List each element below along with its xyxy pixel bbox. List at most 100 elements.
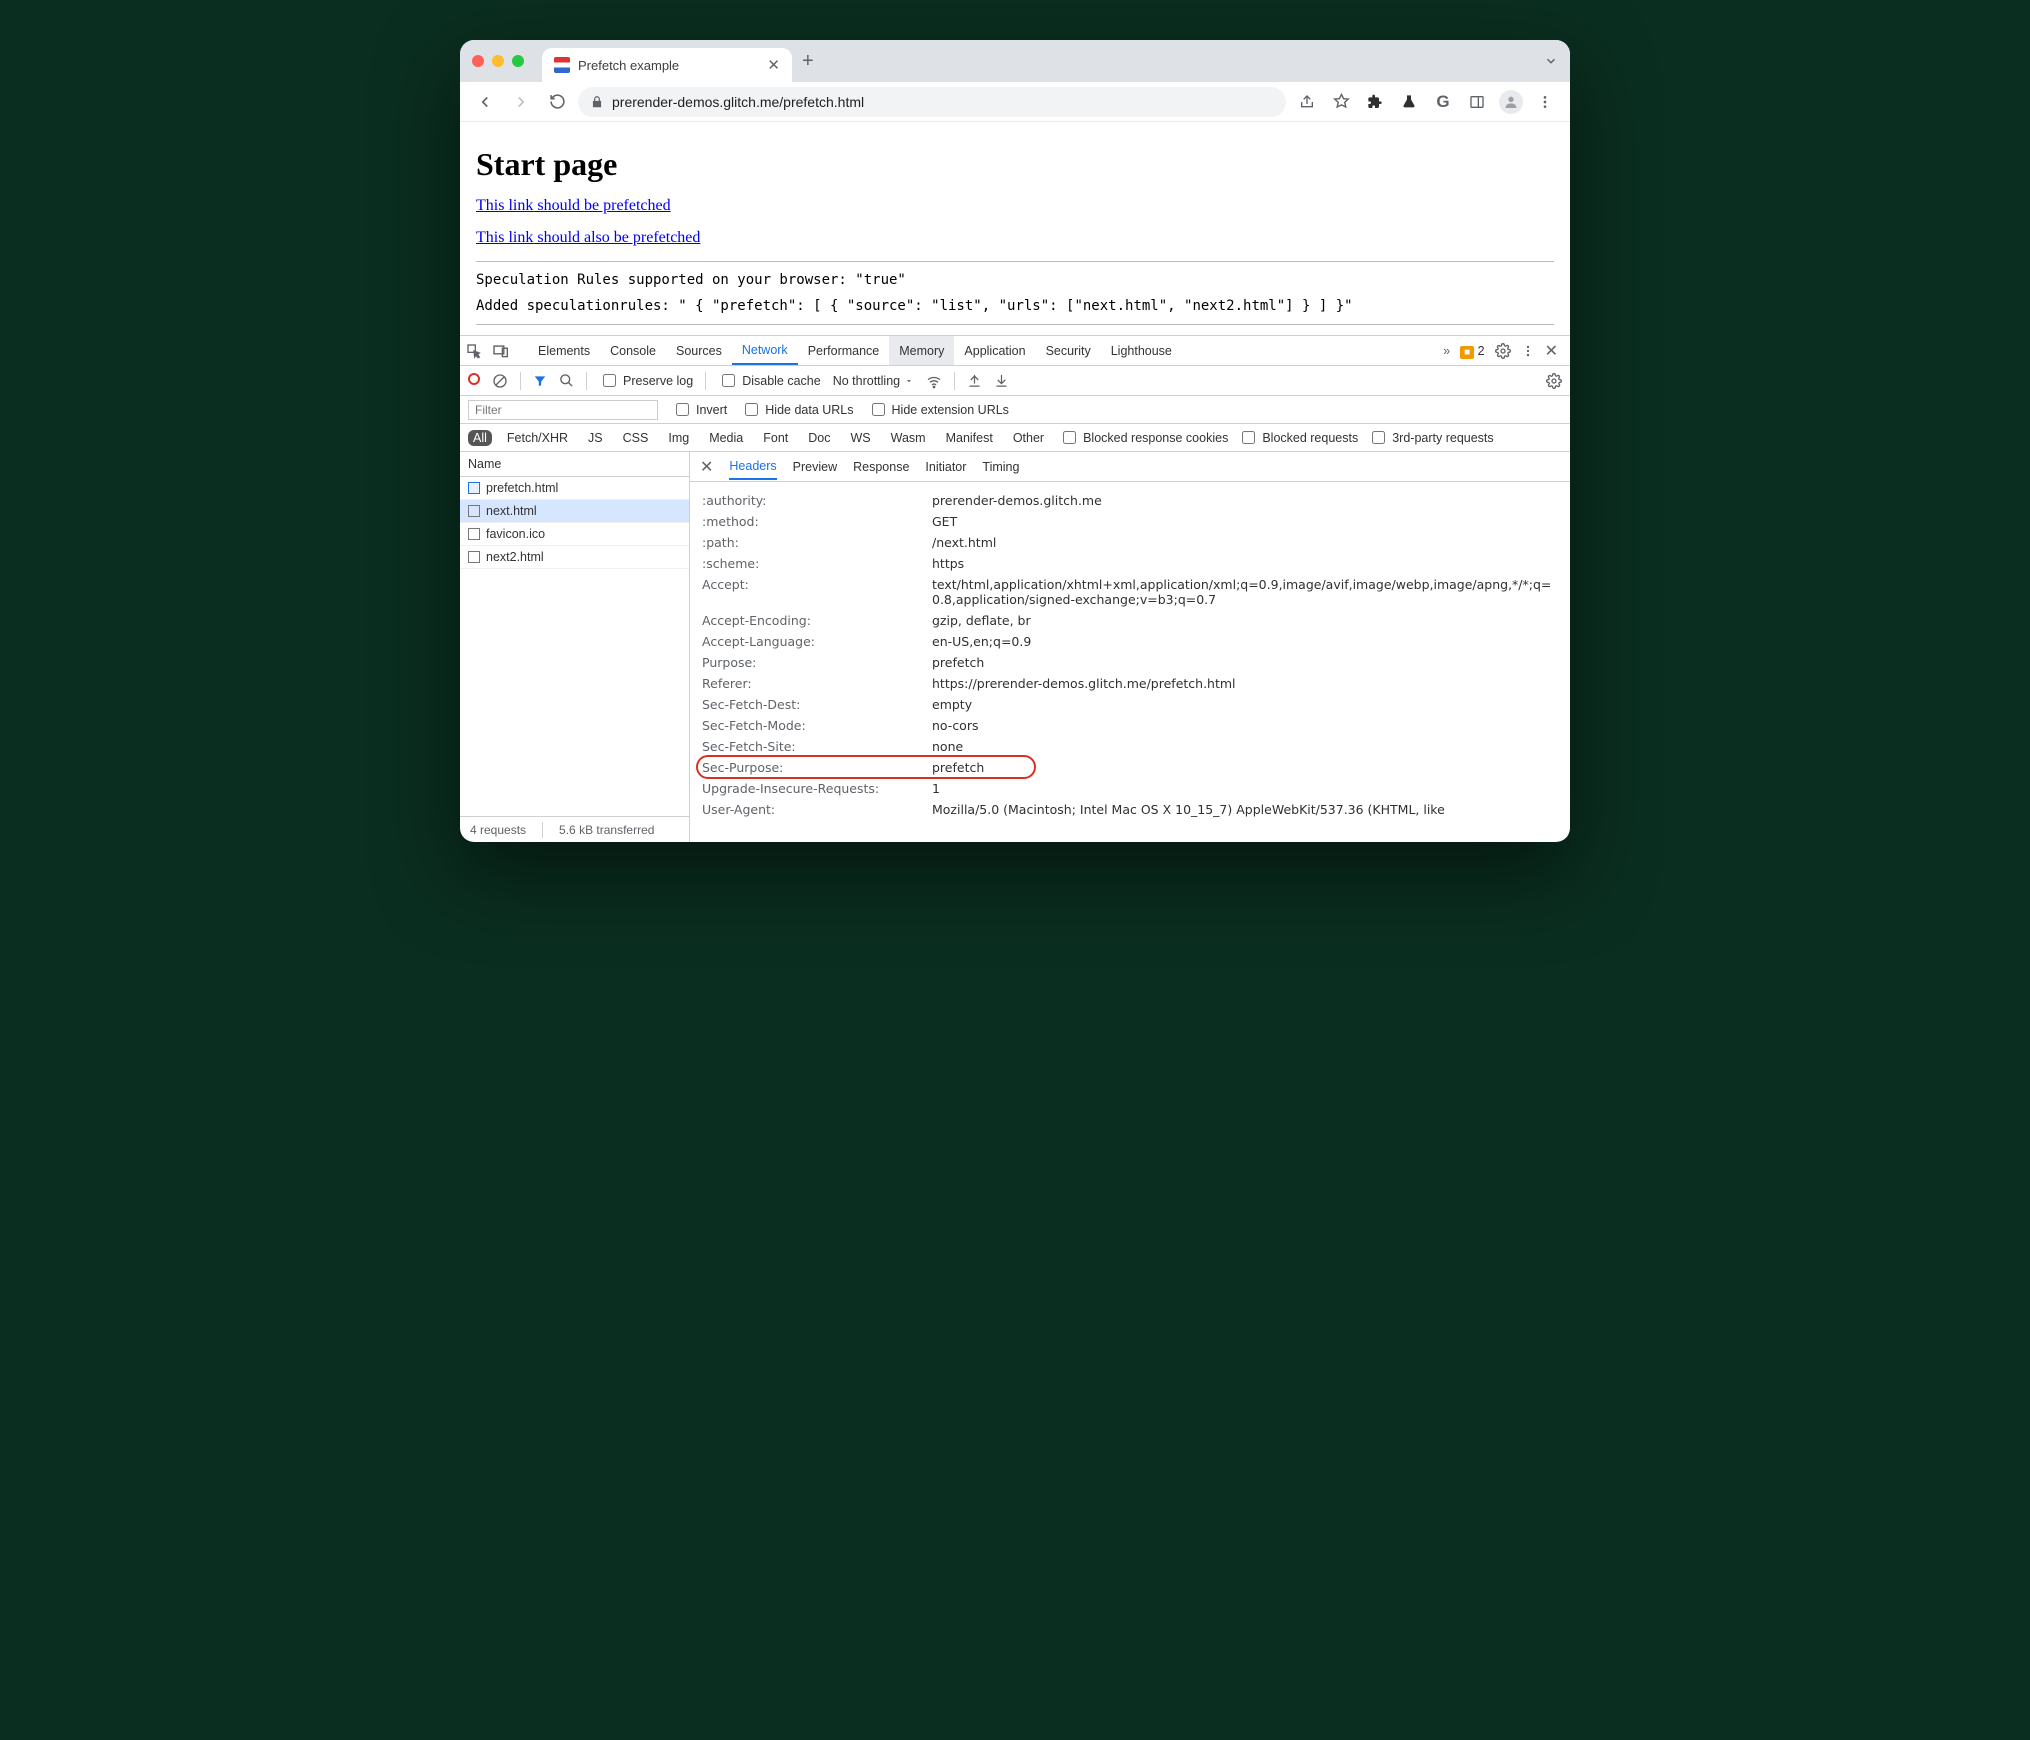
panel-tab-sources[interactable]: Sources: [666, 336, 732, 365]
bookmark-button[interactable]: [1326, 87, 1356, 117]
page-heading: Start page: [476, 146, 1554, 183]
close-tab-button[interactable]: ✕: [767, 56, 780, 74]
menu-button[interactable]: [1530, 87, 1560, 117]
headers-list[interactable]: :authority:prerender-demos.glitch.me:met…: [690, 482, 1570, 820]
header-key: Sec-Fetch-Site:: [702, 739, 932, 754]
prefetch-link-2[interactable]: This link should also be prefetched: [476, 229, 700, 246]
type-filter-js[interactable]: JS: [583, 430, 608, 446]
panel-tab-performance[interactable]: Performance: [798, 336, 890, 365]
header-key: Sec-Purpose:: [702, 760, 932, 775]
type-filter-img[interactable]: Img: [663, 430, 694, 446]
import-har-icon[interactable]: [967, 373, 982, 388]
header-value: en-US,en;q=0.9: [932, 634, 1558, 649]
type-filter-media[interactable]: Media: [704, 430, 748, 446]
filter-input[interactable]: [468, 400, 658, 420]
close-detail-button[interactable]: ✕: [700, 457, 713, 477]
header-row: Referer:https://prerender-demos.glitch.m…: [690, 673, 1570, 694]
panel-tab-console[interactable]: Console: [600, 336, 666, 365]
network-status-bar: 4 requests 5.6 kB transferred: [460, 816, 689, 842]
throttling-dropdown[interactable]: No throttling: [833, 374, 914, 388]
blocked-requests-checkbox[interactable]: Blocked requests: [1238, 428, 1358, 447]
network-toolbar: Preserve log Disable cache No throttling: [460, 366, 1570, 396]
extensions-button[interactable]: [1360, 87, 1390, 117]
header-value: empty: [932, 697, 1558, 712]
divider: [476, 261, 1554, 262]
google-apps-button[interactable]: G: [1428, 87, 1458, 117]
share-button[interactable]: [1292, 87, 1322, 117]
speculation-rules: Added speculationrules: " { "prefetch": …: [476, 298, 1554, 314]
blocked-cookies-checkbox[interactable]: Blocked response cookies: [1059, 428, 1228, 447]
close-window-button[interactable]: [472, 55, 484, 67]
side-panel-button[interactable]: [1462, 87, 1492, 117]
record-button[interactable]: [468, 373, 480, 388]
header-row: :path:/next.html: [690, 532, 1570, 553]
type-filter-doc[interactable]: Doc: [803, 430, 835, 446]
request-count: 4 requests: [470, 823, 526, 837]
settings-icon[interactable]: [1495, 343, 1511, 359]
browser-window: Prefetch example ✕ + prerender-demos.gli…: [460, 40, 1570, 842]
tab-title: Prefetch example: [578, 58, 679, 73]
file-icon: [468, 528, 480, 540]
address-bar[interactable]: prerender-demos.glitch.me/prefetch.html: [578, 87, 1286, 117]
export-har-icon[interactable]: [994, 373, 1009, 388]
avatar-icon: [1499, 90, 1523, 114]
network-settings-icon[interactable]: [1546, 373, 1562, 389]
type-filter-all[interactable]: All: [468, 430, 492, 446]
search-icon[interactable]: [559, 373, 574, 388]
reload-button[interactable]: [542, 87, 572, 117]
panel-tab-lighthouse[interactable]: Lighthouse: [1101, 336, 1182, 365]
invert-checkbox[interactable]: Invert: [672, 400, 727, 419]
url-text: prerender-demos.glitch.me/prefetch.html: [612, 94, 864, 110]
new-tab-button[interactable]: +: [802, 50, 814, 73]
browser-tab[interactable]: Prefetch example ✕: [542, 48, 792, 82]
request-row[interactable]: favicon.ico: [460, 523, 689, 546]
profile-button[interactable]: [1496, 87, 1526, 117]
maximize-window-button[interactable]: [512, 55, 524, 67]
clear-button[interactable]: [492, 373, 508, 389]
device-mode-icon[interactable]: [492, 344, 518, 358]
detail-tab-preview[interactable]: Preview: [793, 460, 837, 474]
close-devtools-button[interactable]: ✕: [1545, 341, 1558, 361]
tab-dropdown-button[interactable]: [1544, 54, 1558, 68]
minimize-window-button[interactable]: [492, 55, 504, 67]
panel-tab-application[interactable]: Application: [954, 336, 1035, 365]
detail-tab-initiator[interactable]: Initiator: [925, 460, 966, 474]
request-row[interactable]: next.html: [460, 500, 689, 523]
warnings-indicator[interactable]: ■ 2: [1460, 344, 1484, 358]
inspect-icon[interactable]: [466, 343, 492, 359]
devtools-menu-icon[interactable]: [1521, 344, 1535, 358]
panel-tab-elements[interactable]: Elements: [528, 336, 600, 365]
header-key: Referer:: [702, 676, 932, 691]
detail-tab-timing[interactable]: Timing: [982, 460, 1019, 474]
header-key: Sec-Fetch-Dest:: [702, 697, 932, 712]
type-filter-fetch-xhr[interactable]: Fetch/XHR: [502, 430, 573, 446]
hide-data-urls-checkbox[interactable]: Hide data URLs: [741, 400, 853, 419]
header-value: prerender-demos.glitch.me: [932, 493, 1558, 508]
type-filter-css[interactable]: CSS: [618, 430, 654, 446]
panel-tab-network[interactable]: Network: [732, 336, 798, 365]
panel-tab-security[interactable]: Security: [1036, 336, 1101, 365]
panel-tab-memory[interactable]: Memory: [889, 336, 954, 365]
request-row[interactable]: prefetch.html: [460, 477, 689, 500]
more-tabs-icon[interactable]: »: [1443, 344, 1450, 358]
third-party-checkbox[interactable]: 3rd-party requests: [1368, 428, 1493, 447]
header-value: gzip, deflate, br: [932, 613, 1558, 628]
back-button[interactable]: [470, 87, 500, 117]
hide-extension-urls-checkbox[interactable]: Hide extension URLs: [868, 400, 1009, 419]
file-icon: [468, 505, 480, 517]
network-conditions-icon[interactable]: [926, 373, 942, 389]
type-filter-font[interactable]: Font: [758, 430, 793, 446]
request-row[interactable]: next2.html: [460, 546, 689, 569]
prefetch-link-1[interactable]: This link should be prefetched: [476, 197, 671, 214]
labs-button[interactable]: [1394, 87, 1424, 117]
detail-tab-headers[interactable]: Headers: [729, 459, 776, 480]
filter-toggle-icon[interactable]: [533, 374, 547, 388]
preserve-log-checkbox[interactable]: Preserve log: [599, 371, 693, 390]
type-filter-other[interactable]: Other: [1008, 430, 1049, 446]
type-filter-manifest[interactable]: Manifest: [941, 430, 998, 446]
type-filter-ws[interactable]: WS: [845, 430, 875, 446]
forward-button[interactable]: [506, 87, 536, 117]
detail-tab-response[interactable]: Response: [853, 460, 909, 474]
disable-cache-checkbox[interactable]: Disable cache: [718, 371, 821, 390]
type-filter-wasm[interactable]: Wasm: [886, 430, 931, 446]
